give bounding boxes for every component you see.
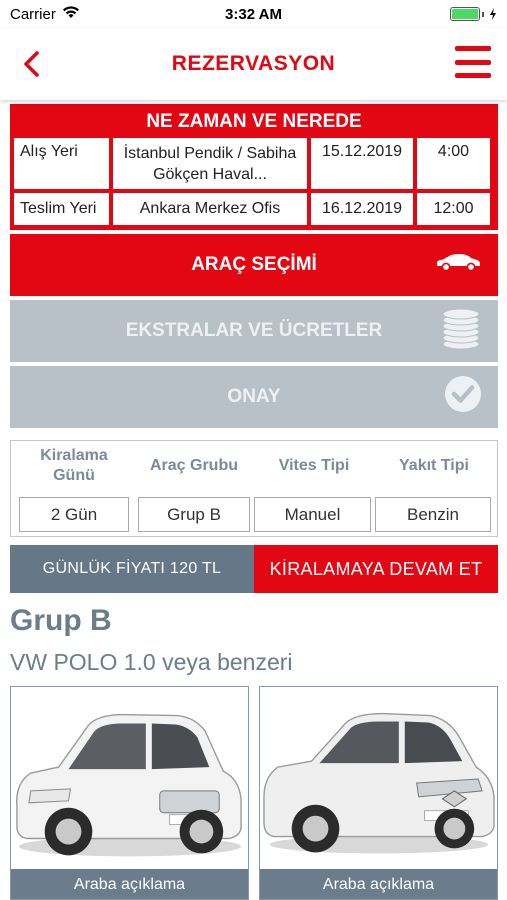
continue-rental-button[interactable]: KİRALAMAYA DEVAM ET — [254, 545, 498, 593]
pickup-time[interactable]: 4:00 — [417, 138, 490, 189]
hamburger-menu-icon[interactable] — [455, 46, 491, 78]
return-location[interactable]: Ankara Merkez Ofis — [113, 193, 307, 225]
return-row[interactable]: Teslim Yeri Ankara Merkez Ofis 16.12.201… — [14, 193, 494, 225]
filter-fuel-label: Yakıt Tipi — [399, 457, 469, 474]
chevron-left-icon — [24, 51, 39, 77]
filter-gear-select[interactable]: Manuel — [254, 497, 371, 532]
step-vehicle-label: ARAÇ SEÇİMİ — [191, 254, 317, 275]
step-vehicle-selection[interactable]: ARAÇ SEÇİMİ — [10, 234, 498, 296]
navigation-bar: REZERVASYON — [0, 28, 507, 100]
hatchback-car-image — [11, 687, 248, 873]
filter-group-column: Araç Grubu — [139, 441, 249, 491]
car-caption: Araba açıklama — [260, 869, 497, 899]
battery-icon — [450, 7, 497, 21]
return-date[interactable]: 16.12.2019 — [311, 193, 413, 225]
back-button[interactable] — [16, 46, 46, 82]
wifi-icon — [62, 5, 80, 23]
group-title: Grup B — [10, 604, 112, 637]
checkmark-circle-icon — [444, 375, 482, 419]
car-card[interactable]: Araba açıklama — [10, 686, 249, 900]
car-caption: Araba açıklama — [11, 869, 248, 899]
carrier-label: Carrier — [10, 5, 56, 23]
price-bar: GÜNLÜK FİYATI 120 TL KİRALAMAYA DEVAM ET — [10, 545, 498, 593]
filter-days-column: Kiralama Günü — [19, 441, 129, 491]
where-when-title: NE ZAMAN VE NEREDE — [146, 111, 362, 132]
filter-days-label: Kiralama Günü — [40, 447, 108, 484]
daily-price-label: GÜNLÜK FİYATI 120 TL — [10, 545, 254, 593]
return-label: Teslim Yeri — [14, 193, 109, 225]
status-left: Carrier — [10, 5, 80, 23]
status-bar: Carrier 3:32 AM — [0, 0, 507, 28]
step-confirm-label: ONAY — [227, 386, 281, 407]
filter-gear-label: Vites Tipi — [278, 457, 350, 474]
hatchback-car-image — [260, 687, 497, 873]
return-time[interactable]: 12:00 — [417, 193, 490, 225]
car-icon — [434, 252, 482, 278]
coins-icon — [440, 306, 482, 356]
rental-filters: Kiralama Günü 2 Gün Araç Grubu Grup B Vi… — [10, 440, 498, 537]
filter-days-select[interactable]: 2 Gün — [19, 497, 129, 532]
filter-fuel-column: Yakıt Tipi — [379, 441, 489, 491]
step-confirm[interactable]: ONAY — [10, 366, 498, 428]
pickup-date[interactable]: 15.12.2019 — [311, 138, 413, 189]
group-subtitle: VW POLO 1.0 veya benzeri — [10, 649, 293, 675]
filter-group-select[interactable]: Grup B — [138, 497, 250, 532]
page-title: REZERVASYON — [171, 52, 336, 75]
where-when-panel: NE ZAMAN VE NEREDE Alış Yeri İstanbul Pe… — [10, 104, 498, 230]
filter-group-label: Araç Grubu — [149, 457, 238, 474]
filter-gear-column: Vites Tipi — [259, 441, 369, 491]
pickup-label: Alış Yeri — [14, 138, 109, 189]
car-card[interactable]: Araba açıklama — [259, 686, 498, 900]
pickup-row[interactable]: Alış Yeri İstanbul Pendik / Sabiha Gökçe… — [14, 138, 494, 189]
pickup-location[interactable]: İstanbul Pendik / Sabiha Gökçen Haval... — [113, 138, 307, 189]
step-extras-label: EKSTRALAR VE ÜCRETLER — [125, 320, 383, 341]
step-extras[interactable]: EKSTRALAR VE ÜCRETLER — [10, 300, 498, 362]
filter-fuel-select[interactable]: Benzin — [375, 497, 491, 532]
